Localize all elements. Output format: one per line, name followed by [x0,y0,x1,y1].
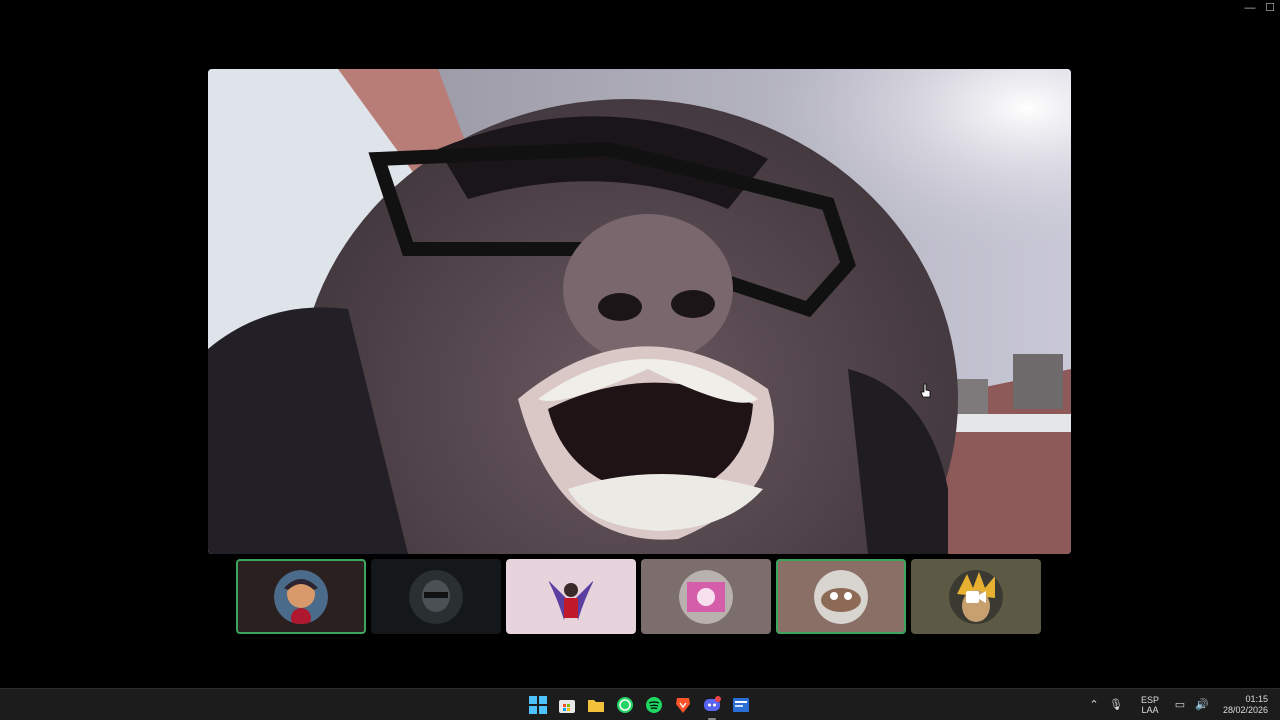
microphone-icon[interactable]: 🎙 [1108,698,1124,711]
app-icon [733,698,749,712]
taskbar-apps [526,693,753,720]
camera-icon [966,590,986,603]
participant-tile-3[interactable] [506,559,636,634]
clock-date: 28/02/2026 [1222,704,1268,715]
participant-tile-4[interactable] [641,559,771,634]
spotify-icon [646,697,662,713]
explorer-button[interactable] [584,693,608,717]
brave-button[interactable] [671,693,695,717]
dark-mask-avatar [409,569,463,624]
anime-character-avatar [274,569,328,624]
app-button[interactable] [729,693,753,717]
store-icon [559,700,575,713]
call-window: — ☐ [0,0,1280,688]
network-icon[interactable]: ▭ [1172,698,1188,711]
webcam-feed-image [208,69,1071,554]
participant-tile-6[interactable] [911,559,1041,634]
system-tray: ⌃ 🎙 ESP LAA ▭ 🔊 01:15 28/02/2026 [1083,689,1280,720]
folder-icon [588,700,604,712]
minimize-button[interactable]: — [1240,0,1260,16]
participant-tiles [236,559,1041,634]
blonde-character-avatar [949,569,1003,624]
hand-cursor-icon [920,383,931,398]
discord-icon [704,696,721,711]
store-button[interactable] [555,693,579,717]
language-indicator[interactable]: ESP LAA [1141,695,1159,715]
participant-tile-1[interactable] [236,559,366,634]
brave-icon [676,698,690,713]
whatsapp-icon [617,697,633,713]
window-controls: — ☐ [1240,0,1280,16]
clock-time: 01:15 [1245,693,1268,704]
volume-icon[interactable]: 🔊 [1194,698,1210,711]
clock[interactable]: 01:15 28/02/2026 [1223,694,1268,716]
spotify-button[interactable] [642,693,666,717]
participant-tile-5[interactable] [776,559,906,634]
main-video-feed[interactable] [208,69,1071,554]
meme-face-avatar [814,569,868,624]
layout-code: LAA [1141,704,1159,715]
taskbar: ⌃ 🎙 ESP LAA ▭ 🔊 01:15 28/02/2026 [0,688,1280,720]
start-button[interactable] [526,693,550,717]
pink-logo-avatar [679,569,733,624]
discord-button[interactable] [700,693,724,720]
windows-logo-icon [529,696,547,714]
chevron-up-icon[interactable]: ⌃ [1086,698,1102,711]
maximize-button[interactable]: ☐ [1260,0,1280,16]
language-code: ESP [1140,694,1159,705]
whatsapp-button[interactable] [613,693,637,717]
participant-tile-2[interactable] [371,559,501,634]
winged-person-avatar [544,569,598,624]
